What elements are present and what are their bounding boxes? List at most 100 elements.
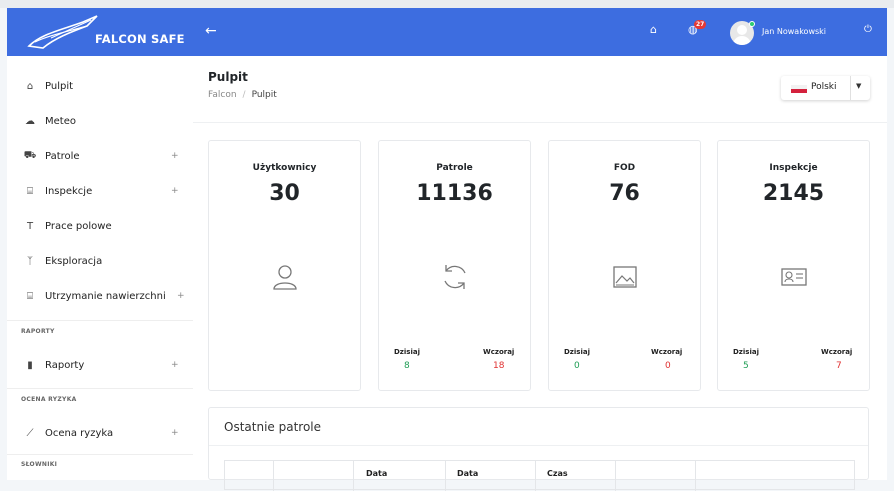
yesterday-value: 0 xyxy=(665,361,671,371)
card-title: Użytkownicy xyxy=(252,163,317,173)
power-icon[interactable]: ⏻ xyxy=(864,24,872,35)
sidebar-item-label: Raporty xyxy=(45,359,85,371)
divider xyxy=(7,320,193,321)
sidebar-item-raporty[interactable]: ▮ Raporty + xyxy=(7,350,193,380)
user-icon xyxy=(273,265,297,290)
sidebar-item-label: Patrole xyxy=(45,150,80,162)
sidebar-item-label: Inspekcje xyxy=(45,185,93,197)
divider xyxy=(209,445,868,446)
sidebar-item-pulpit[interactable]: ⌂ Pulpit xyxy=(7,71,193,101)
recent-patrols-panel: Ostatnie patrole Data Data Czas xyxy=(208,407,869,491)
browser-top-strip xyxy=(0,0,894,8)
breadcrumb-current: Pulpit xyxy=(251,90,277,100)
card-value: 2145 xyxy=(762,181,825,206)
column-divider xyxy=(353,461,354,491)
top-navbar: ← ⌂ ◍ 27 Jan Nowakowski ⏻ xyxy=(193,8,887,56)
card-title: Patrole xyxy=(436,163,473,173)
sidebar: ⌂ Pulpit ☁ Meteo ⛟ Patrole + ⌸ Inspekcje… xyxy=(7,56,193,480)
sidebar-item-label: Eksploracja xyxy=(45,255,103,267)
column-divider xyxy=(615,461,616,491)
antenna-icon: ᛉ xyxy=(27,255,33,267)
section-ocena-ryzyka: OCENA RYZYKA xyxy=(21,396,77,403)
card-value: 76 xyxy=(609,181,640,206)
refresh-icon xyxy=(444,265,466,289)
column-divider xyxy=(695,461,696,491)
online-status-dot xyxy=(749,21,755,27)
image-icon xyxy=(613,266,637,288)
stat-card-patrole: Patrole 11136 Dzisiaj 8 Wczoraj 18 xyxy=(378,140,531,391)
card-value: 30 xyxy=(269,181,300,206)
column-header[interactable]: Data xyxy=(457,469,478,478)
language-selector[interactable]: Polski ▼ xyxy=(781,76,870,100)
language-label: Polski xyxy=(811,82,837,92)
building-icon: ⌸ xyxy=(27,290,33,302)
car-icon: ⛟ xyxy=(23,149,37,161)
today-value: 8 xyxy=(404,361,410,371)
home-icon: ⌂ xyxy=(26,80,34,92)
column-divider xyxy=(535,461,536,491)
sidebar-item-ocena-ryzyka[interactable]: ⟋ Ocena ryzyka + xyxy=(7,418,193,448)
section-raporty: RAPORTY xyxy=(21,328,55,335)
yesterday-label: Wczoraj xyxy=(821,348,853,356)
divider xyxy=(7,388,193,389)
column-header[interactable]: Data xyxy=(366,469,387,478)
sidebar-item-label: Pulpit xyxy=(45,80,74,92)
stat-card-inspekcje: Inspekcje 2145 Dzisiaj 5 Wczoraj 7 xyxy=(717,140,870,391)
building-icon: ⌸ xyxy=(27,185,33,197)
expand-icon: + xyxy=(171,428,179,438)
arrow-left-icon[interactable]: ← xyxy=(205,23,217,39)
sidebar-item-meteo[interactable]: ☁ Meteo xyxy=(7,106,193,136)
stat-card-users: Użytkownicy 30 xyxy=(208,140,361,391)
caret-down-icon[interactable]: ▼ xyxy=(856,82,861,90)
today-label: Dzisiaj xyxy=(564,348,590,356)
sidebar-item-label: Utrzymanie nawierzchni xyxy=(45,290,166,302)
gift-icon[interactable]: ⌂ xyxy=(650,23,657,36)
breadcrumb-separator: / xyxy=(242,90,246,100)
column-header[interactable]: Czas xyxy=(547,469,568,478)
yesterday-value: 18 xyxy=(493,361,505,371)
expand-icon: + xyxy=(171,186,179,196)
sidebar-item-prace-polowe[interactable]: T Prace polowe xyxy=(7,211,193,241)
column-divider xyxy=(445,461,446,491)
divider xyxy=(193,122,887,123)
id-card-icon xyxy=(781,268,807,286)
today-label: Dzisiaj xyxy=(733,348,759,356)
divider xyxy=(7,454,193,455)
bar-chart-icon: ▮ xyxy=(27,359,33,371)
falcon-logo-icon xyxy=(27,15,98,49)
hammer-icon: T xyxy=(26,220,34,232)
yesterday-label: Wczoraj xyxy=(651,348,683,356)
sidebar-item-label: Prace polowe xyxy=(45,220,112,232)
sidebar-item-eksploracja[interactable]: ᛉ Eksploracja xyxy=(7,246,193,276)
yesterday-label: Wczoraj xyxy=(483,348,515,356)
column-divider xyxy=(273,461,274,491)
today-label: Dzisiaj xyxy=(394,348,420,356)
today-value: 0 xyxy=(574,361,580,371)
yesterday-value: 7 xyxy=(836,361,842,371)
sidebar-item-inspekcje[interactable]: ⌸ Inspekcje + xyxy=(7,176,193,206)
sidebar-item-label: Ocena ryzyka xyxy=(45,427,114,439)
trend-icon: ⟋ xyxy=(26,427,34,439)
user-name[interactable]: Jan Nowakowski xyxy=(762,27,826,36)
card-title: FOD xyxy=(613,163,636,173)
card-title: Inspekcje xyxy=(769,163,818,173)
divider xyxy=(850,76,851,100)
poland-flag-icon xyxy=(791,85,807,93)
expand-icon: + xyxy=(171,151,179,161)
main-content: Pulpit Falcon / Pulpit Polski ▼ Użytkownic… xyxy=(193,56,887,491)
patrols-table: Data Data Czas xyxy=(224,460,855,491)
logo-text: FALCON SAFE xyxy=(95,32,185,46)
card-value: 11136 xyxy=(416,181,493,206)
sidebar-item-patrole[interactable]: ⛟ Patrole + xyxy=(7,141,193,171)
expand-icon: + xyxy=(171,360,179,370)
breadcrumb: Falcon / Pulpit xyxy=(208,90,277,100)
section-slowniki: SŁOWNIKI xyxy=(21,461,58,468)
cloud-icon: ☁ xyxy=(25,115,35,127)
page-title: Pulpit xyxy=(208,70,248,84)
sidebar-item-utrzymanie[interactable]: ⌸ Utrzymanie nawierzchni + xyxy=(7,281,193,311)
logo-area[interactable]: FALCON SAFE xyxy=(7,8,193,56)
expand-icon: + xyxy=(177,291,185,301)
sidebar-item-label: Meteo xyxy=(45,115,76,127)
notification-badge: 27 xyxy=(694,20,707,29)
breadcrumb-item[interactable]: Falcon xyxy=(208,90,237,100)
